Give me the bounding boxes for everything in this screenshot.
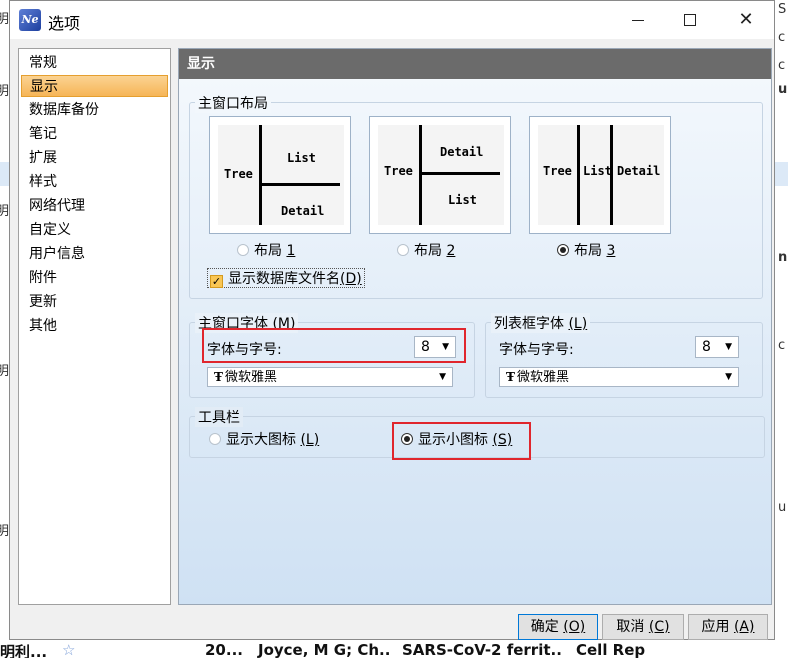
radio-icon	[237, 244, 249, 256]
maximize-button[interactable]	[662, 1, 718, 39]
list-font-size-label: 字体与字号:	[499, 342, 574, 358]
truetype-font-icon: Ŧ	[214, 370, 223, 384]
app-logo-icon: Ne	[19, 9, 41, 31]
ok-button[interactable]: 确定 (O)	[518, 614, 598, 640]
nav-item-other[interactable]: 其他	[21, 315, 168, 337]
truetype-font-icon: Ŧ	[506, 370, 515, 384]
display-settings-panel: 显示 主窗口布局 Tree List Detail Tree Detail Li…	[178, 48, 772, 605]
nav-item-general[interactable]: 常规	[21, 52, 168, 74]
nav-item-updates[interactable]: 更新	[21, 291, 168, 313]
list-font-family-select[interactable]: Ŧ 微软雅黑 ▼	[499, 367, 739, 387]
minimize-icon	[632, 19, 644, 21]
panel-header: 显示	[179, 49, 771, 79]
layout-2-thumbnail[interactable]: Tree Detail List	[369, 116, 511, 234]
layout-1-radio[interactable]: 布局 1	[237, 241, 295, 261]
main-layout-group-title: 主窗口布局	[195, 93, 271, 113]
window-title: 选项	[48, 14, 81, 33]
chevron-down-icon: ▼	[725, 342, 732, 352]
close-icon: ✕	[738, 9, 754, 30]
chevron-down-icon: ▼	[439, 372, 446, 382]
nav-item-custom[interactable]: 自定义	[21, 219, 168, 241]
title-bar[interactable]: Ne 选项 ✕	[10, 1, 774, 39]
nav-item-display[interactable]: 显示	[21, 75, 168, 97]
main-font-family-select[interactable]: Ŧ 微软雅黑 ▼	[207, 367, 453, 387]
options-dialog: Ne 选项 ✕ 常规 显示 数据库备份 笔记 扩展 样式 网络代理 自定义 用户…	[9, 0, 775, 640]
background-window-left: 明 明 明 明 明	[0, 0, 9, 640]
maximize-icon	[684, 14, 696, 26]
nav-item-attachments[interactable]: 附件	[21, 267, 168, 289]
highlight-box-main-font	[202, 328, 466, 363]
background-window-right: S c c u n c u	[775, 0, 788, 640]
highlight-box-small-icons	[392, 422, 531, 460]
category-list[interactable]: 常规 显示 数据库备份 笔记 扩展 样式 网络代理 自定义 用户信息 附件 更新…	[18, 48, 171, 605]
large-icons-radio[interactable]: 显示大图标 (L)	[209, 430, 319, 450]
minimize-button[interactable]	[610, 1, 666, 39]
toolbar-group-title: 工具栏	[195, 407, 243, 427]
nav-item-extensions[interactable]: 扩展	[21, 147, 168, 169]
nav-item-styles[interactable]: 样式	[21, 171, 168, 193]
radio-icon	[397, 244, 409, 256]
layout-1-thumbnail[interactable]: Tree List Detail	[209, 116, 351, 234]
radio-icon	[209, 433, 221, 445]
cancel-button[interactable]: 取消 (C)	[602, 614, 684, 640]
nav-item-db-backup[interactable]: 数据库备份	[21, 99, 168, 121]
layout-2-radio[interactable]: 布局 2	[397, 241, 455, 261]
nav-item-notes[interactable]: 笔记	[21, 123, 168, 145]
star-icon: ☆	[62, 641, 76, 658]
list-font-group-title: 列表框字体 (L)	[491, 313, 591, 333]
bg-left-glyph: 明	[0, 12, 9, 27]
show-db-filename-checkbox[interactable]: ✓ 显示数据库文件名(D)	[207, 268, 365, 288]
nav-item-user-info[interactable]: 用户信息	[21, 243, 168, 265]
list-font-size-select[interactable]: 8 ▼	[695, 336, 739, 358]
layout-3-thumbnail[interactable]: Tree List Detail	[529, 116, 671, 234]
check-icon: ✓	[210, 275, 223, 288]
nav-item-network-proxy[interactable]: 网络代理	[21, 195, 168, 217]
layout-3-radio[interactable]: 布局 3	[557, 241, 615, 261]
radio-selected-icon	[557, 244, 569, 256]
chevron-down-icon: ▼	[725, 372, 732, 382]
close-button[interactable]: ✕	[718, 1, 774, 39]
background-window-bottom-row: 明利... ☆ 20... Joyce, M G; Ch.. SARS-CoV-…	[0, 640, 788, 658]
apply-button[interactable]: 应用 (A)	[688, 614, 768, 640]
